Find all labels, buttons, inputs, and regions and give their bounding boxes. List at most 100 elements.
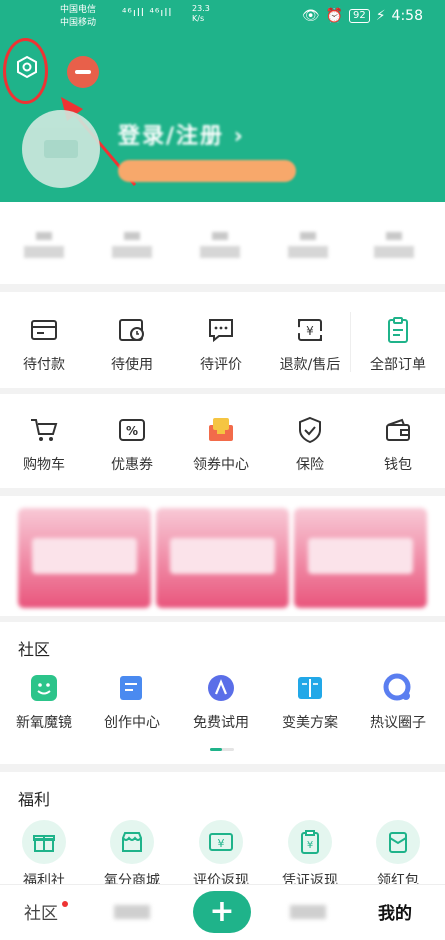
orders-card: 待付款 待使用 待评价 ¥ 退款/售后 全部订单 xyxy=(0,292,445,388)
welfare-label: 领红包 xyxy=(377,873,419,884)
bottom-nav: 社区 + 我的 xyxy=(0,884,445,940)
order-all[interactable]: 全部订单 xyxy=(363,314,433,374)
message-icon[interactable] xyxy=(67,56,99,88)
tab-hidden[interactable] xyxy=(290,905,326,919)
cart-icon xyxy=(9,414,79,446)
svg-text:¥: ¥ xyxy=(306,324,314,338)
service-cart[interactable]: 购物车 xyxy=(9,414,79,474)
red-packet-icon xyxy=(376,820,420,864)
community-label: 热议圈子 xyxy=(370,715,426,731)
banner-card[interactable] xyxy=(156,508,289,608)
wallet-icon xyxy=(363,414,433,446)
tab-mine[interactable]: 我的 xyxy=(378,899,412,924)
community-circle[interactable]: 热议圈子 xyxy=(363,672,433,732)
login-text: 登录/注册 xyxy=(118,124,225,149)
community-title: 社区 xyxy=(18,640,51,659)
community-plan[interactable]: 变美方案 xyxy=(275,672,345,732)
order-label: 全部订单 xyxy=(370,357,426,373)
svg-text:¥: ¥ xyxy=(307,840,313,851)
service-coupon[interactable]: % 优惠券 xyxy=(97,414,167,474)
community-free-trial[interactable]: 免费试用 xyxy=(186,672,256,732)
service-wallet[interactable]: 钱包 xyxy=(363,414,433,474)
community-magic-mirror[interactable]: 新氧魔镜 xyxy=(9,672,79,732)
order-refund[interactable]: ¥ 退款/售后 xyxy=(275,314,345,374)
tab-hidden[interactable] xyxy=(114,905,150,919)
login-register-link[interactable]: 登录/注册 › xyxy=(118,118,245,150)
order-label: 待使用 xyxy=(111,357,153,373)
order-pending-payment[interactable]: 待付款 xyxy=(9,314,79,374)
create-icon xyxy=(97,672,167,704)
order-label: 待评价 xyxy=(200,357,242,373)
svg-text:%: % xyxy=(126,424,138,438)
welfare-label: 氧分商城 xyxy=(104,873,160,884)
order-pending-use[interactable]: 待使用 xyxy=(97,314,167,374)
stat-item[interactable] xyxy=(14,224,74,258)
signal-icon: ⁴⁶ıll ⁴⁶ıll xyxy=(122,6,173,19)
welfare-red-packet[interactable]: 领红包 xyxy=(363,820,433,884)
welfare-label: 凭证返现 xyxy=(282,873,338,884)
profile-header: 中国电信 中国移动 ⁴⁶ıll ⁴⁶ıll 23.3 K/s 👁 ⏰ 92 ⚡ … xyxy=(0,0,445,202)
welfare-cashback[interactable]: ¥ 评价返现 xyxy=(186,820,256,884)
order-label: 待付款 xyxy=(23,357,65,373)
chevron-right-icon: › xyxy=(233,124,245,149)
wallet-card-icon xyxy=(9,314,79,346)
banner-card[interactable] xyxy=(294,508,427,608)
clock-time: 4:58 xyxy=(391,8,423,24)
voucher-icon: ¥ xyxy=(288,820,332,864)
welfare-shop[interactable]: 氧分商城 xyxy=(97,820,167,884)
battery-icon: 92 xyxy=(348,9,370,23)
service-label: 购物车 xyxy=(23,457,65,473)
community-label: 创作中心 xyxy=(104,715,160,731)
promo-badge[interactable] xyxy=(118,160,296,182)
status-bar: 中国电信 中国移动 ⁴⁶ıll ⁴⁶ıll 23.3 K/s 👁 ⏰ 92 ⚡ … xyxy=(0,0,445,34)
community-create[interactable]: 创作中心 xyxy=(97,672,167,732)
stat-item[interactable] xyxy=(278,224,338,258)
eye-icon: 👁 xyxy=(301,8,320,24)
gift-icon xyxy=(22,820,66,864)
service-insurance[interactable]: 保险 xyxy=(275,414,345,474)
clipboard-icon xyxy=(363,314,433,346)
annotation-circle xyxy=(3,38,48,104)
stat-item[interactable] xyxy=(102,224,162,258)
stat-item[interactable] xyxy=(190,224,250,258)
carrier-info: 中国电信 中国移动 xyxy=(60,4,96,30)
community-label: 变美方案 xyxy=(282,715,338,731)
stat-item[interactable] xyxy=(364,224,424,258)
order-pending-review[interactable]: 待评价 xyxy=(186,314,256,374)
plan-book-icon xyxy=(275,672,345,704)
coupon-icon: % xyxy=(97,414,167,446)
page-indicator xyxy=(210,748,234,751)
divider xyxy=(350,312,359,372)
tab-community[interactable]: 社区 xyxy=(24,899,58,924)
carrier-2: 中国移动 xyxy=(60,18,97,28)
service-coupon-center[interactable]: 领券中心 xyxy=(186,414,256,474)
banner-card[interactable] xyxy=(18,508,151,608)
svg-text:¥: ¥ xyxy=(218,837,225,850)
coupon-center-icon xyxy=(186,414,256,446)
status-right: 👁 ⏰ 92 ⚡ 4:58 xyxy=(302,8,423,24)
community-card: 社区 新氧魔镜 创作中心 免费试用 变美方案 热议圈子 xyxy=(0,622,445,764)
services-card: 购物车 % 优惠券 领券中心 保险 钱包 xyxy=(0,394,445,488)
notification-dot xyxy=(62,901,68,907)
shop-icon xyxy=(110,820,154,864)
cashback-icon: ¥ xyxy=(199,820,243,864)
avatar[interactable] xyxy=(22,110,100,188)
clock-card-icon xyxy=(97,314,167,346)
welfare-voucher[interactable]: ¥ 凭证返现 xyxy=(275,820,345,884)
welfare-label: 评价返现 xyxy=(193,873,249,884)
magic-mirror-icon xyxy=(9,672,79,704)
welfare-card: 福利 福利社 氧分商城 ¥ 评价返现 ¥ 凭证返现 领红包 xyxy=(0,772,445,884)
community-label: 免费试用 xyxy=(193,715,249,731)
free-trial-icon xyxy=(186,672,256,704)
speed-unit: K/s xyxy=(192,14,205,23)
stats-row xyxy=(0,202,445,284)
service-label: 优惠券 xyxy=(111,457,153,473)
publish-button[interactable]: + xyxy=(193,891,251,933)
welfare-gift[interactable]: 福利社 xyxy=(9,820,79,884)
speed-value: 23.3 xyxy=(192,4,210,13)
welfare-title: 福利 xyxy=(18,790,51,809)
refund-icon: ¥ xyxy=(275,314,345,346)
community-label: 新氧魔镜 xyxy=(16,715,72,731)
welfare-label: 福利社 xyxy=(23,873,65,884)
banner-row xyxy=(0,496,445,616)
